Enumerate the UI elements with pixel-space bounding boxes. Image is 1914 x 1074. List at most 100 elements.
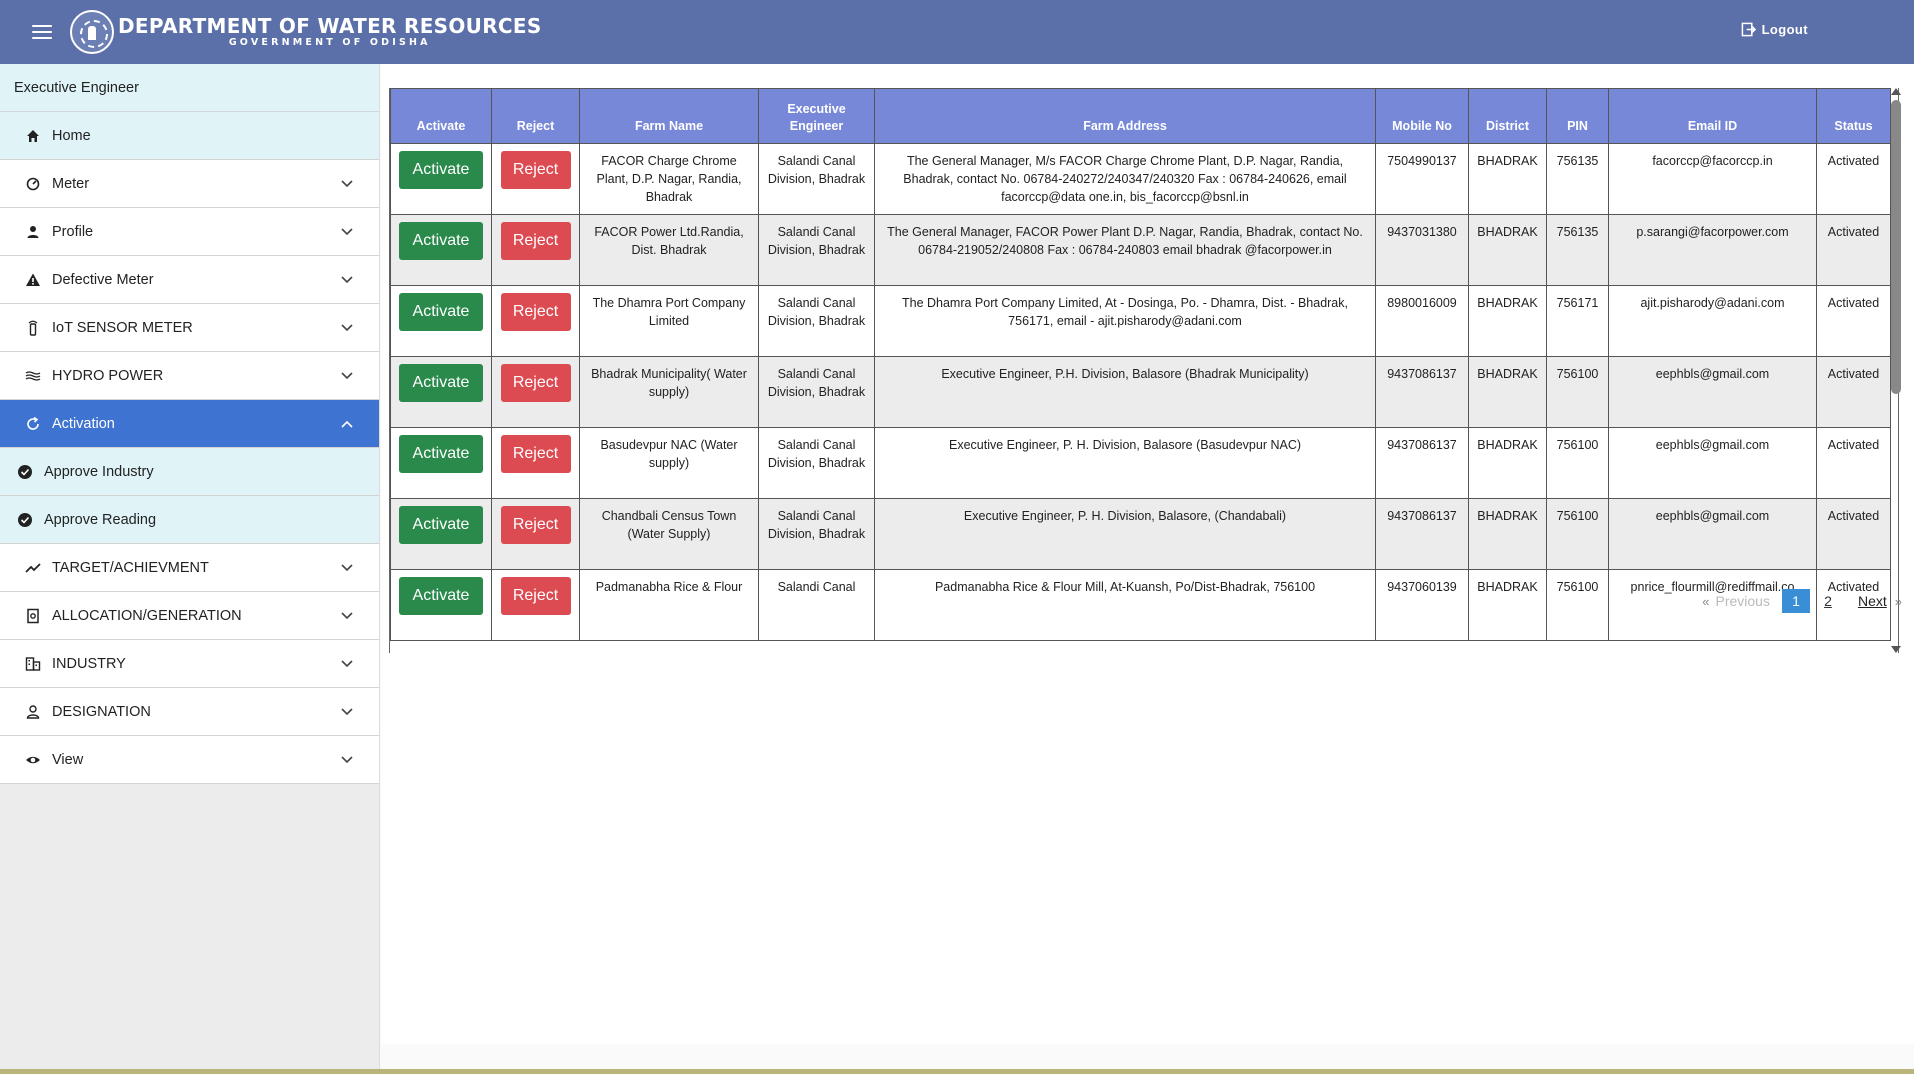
table-row: Activate Reject The Dhamra Port Company … bbox=[390, 285, 1891, 357]
table-scrollbar[interactable] bbox=[1889, 88, 1903, 653]
logout-button[interactable]: Logout bbox=[1741, 22, 1808, 37]
next-page-button[interactable]: Next bbox=[1858, 593, 1887, 609]
sidebar-item-target-achievment[interactable]: TARGET/ACHIEVMENT bbox=[0, 544, 379, 592]
status-cell: Activated bbox=[1816, 214, 1891, 286]
farm-name-cell: Chandbali Census Town (Water Supply) bbox=[579, 498, 759, 570]
column-header: Farm Name bbox=[579, 88, 759, 144]
pin-cell: 756135 bbox=[1546, 214, 1609, 286]
sidebar-item-label: HYDRO POWER bbox=[52, 367, 164, 384]
activate-button[interactable]: Activate bbox=[399, 151, 483, 189]
table-row: Activate Reject FACOR Charge Chrome Plan… bbox=[390, 143, 1891, 215]
logout-label: Logout bbox=[1761, 22, 1808, 37]
page-1-button[interactable]: 1 bbox=[1781, 589, 1810, 613]
status-cell: Activated bbox=[1816, 427, 1891, 499]
chevron-up-icon bbox=[339, 416, 355, 432]
chevron-down-icon bbox=[339, 224, 355, 240]
mobile-cell: 7504990137 bbox=[1375, 143, 1469, 215]
farm-name-cell: Basudevpur NAC (Water supply) bbox=[579, 427, 759, 499]
district-cell: BHADRAK bbox=[1468, 285, 1547, 357]
odisha-emblem-icon bbox=[70, 10, 114, 54]
sidebar-item-iot-sensor-meter[interactable]: IoT SENSOR METER bbox=[0, 304, 379, 352]
pager-right-quote: » bbox=[1894, 593, 1902, 609]
sidebar-item-designation[interactable]: DESIGNATION bbox=[0, 688, 379, 736]
sidebar-item-home[interactable]: Home bbox=[0, 112, 379, 160]
home-icon bbox=[24, 127, 42, 145]
column-header: Reject bbox=[491, 88, 580, 144]
industry-table: Activate Reject Farm Name Executive Engi… bbox=[390, 88, 1891, 641]
brand: DEPARTMENT OF WATER RESOURCES GOVERNMENT… bbox=[118, 15, 542, 49]
activate-button[interactable]: Activate bbox=[399, 222, 483, 260]
sensor-icon bbox=[24, 319, 42, 337]
refresh-icon bbox=[24, 415, 42, 433]
sidebar-item-label: Approve Industry bbox=[44, 463, 154, 480]
email-cell: facorccp@facorccp.in bbox=[1608, 143, 1817, 215]
sidebar-item-label: Profile bbox=[52, 223, 94, 240]
reject-button[interactable]: Reject bbox=[500, 364, 571, 402]
scrollbar-thumb[interactable] bbox=[1891, 100, 1901, 394]
table-row: Activate Reject Bhadrak Municipality( Wa… bbox=[390, 356, 1891, 428]
chevron-down-icon bbox=[339, 560, 355, 576]
sidebar-item-activation[interactable]: Activation bbox=[0, 400, 379, 448]
column-header: Executive Engineer bbox=[758, 88, 875, 144]
previous-page-button[interactable]: Previous bbox=[1716, 593, 1770, 609]
email-cell: eephbls@gmail.com bbox=[1608, 427, 1817, 499]
district-cell: BHADRAK bbox=[1468, 214, 1547, 286]
main-content: Activate Reject Farm Name Executive Engi… bbox=[381, 64, 1914, 1044]
industry-table-container[interactable]: Activate Reject Farm Name Executive Engi… bbox=[389, 88, 1899, 653]
sidebar-item-hydro-power[interactable]: HYDRO POWER bbox=[0, 352, 379, 400]
reject-button[interactable]: Reject bbox=[500, 293, 571, 331]
activate-button[interactable]: Activate bbox=[399, 577, 483, 615]
reject-button[interactable]: Reject bbox=[500, 435, 571, 473]
column-header: Farm Address bbox=[874, 88, 1376, 144]
sidebar-item-label: Activation bbox=[52, 415, 115, 432]
district-cell: BHADRAK bbox=[1468, 427, 1547, 499]
table-header-row: Activate Reject Farm Name Executive Engi… bbox=[390, 88, 1891, 144]
mobile-cell: 9437086137 bbox=[1375, 427, 1469, 499]
gauge-icon bbox=[24, 175, 42, 193]
sidebar-item-defective-meter[interactable]: Defective Meter bbox=[0, 256, 379, 304]
page-2-button[interactable]: 2 bbox=[1814, 589, 1842, 613]
mobile-cell: 9437086137 bbox=[1375, 498, 1469, 570]
sidebar-item-meter[interactable]: Meter bbox=[0, 160, 379, 208]
sidebar-subitem-approve-reading[interactable]: Approve Reading bbox=[0, 496, 379, 544]
engineer-cell: Salandi Canal Division, Bhadrak bbox=[758, 143, 875, 215]
sidebar-item-profile[interactable]: Profile bbox=[0, 208, 379, 256]
table-row: Activate Reject Chandbali Census Town (W… bbox=[390, 498, 1891, 570]
pin-cell: 756100 bbox=[1546, 356, 1609, 428]
sidebar-subitem-approve-industry[interactable]: Approve Industry bbox=[0, 448, 379, 496]
column-header: Email ID bbox=[1608, 88, 1817, 144]
sidebar-item-label: ALLOCATION/GENERATION bbox=[52, 607, 242, 624]
column-header: Status bbox=[1816, 88, 1891, 144]
person-icon bbox=[24, 223, 42, 241]
reject-button[interactable]: Reject bbox=[500, 506, 571, 544]
farm-address-cell: Executive Engineer, P. H. Division, Bala… bbox=[874, 498, 1376, 570]
status-cell: Activated bbox=[1816, 498, 1891, 570]
sidebar-item-label: Defective Meter bbox=[52, 271, 154, 288]
activate-button[interactable]: Activate bbox=[399, 293, 483, 331]
reject-button[interactable]: Reject bbox=[500, 577, 571, 615]
scroll-up-arrow-icon[interactable] bbox=[1891, 88, 1901, 95]
site-title: DEPARTMENT OF WATER RESOURCES bbox=[118, 14, 542, 38]
logout-icon bbox=[1741, 22, 1756, 37]
engineer-cell: Salandi Canal Division, Bhadrak bbox=[758, 427, 875, 499]
table-row: Activate Reject Padmanabha Rice & Flour … bbox=[390, 569, 1891, 641]
sidebar-item-view[interactable]: View bbox=[0, 736, 379, 784]
engineer-cell: Salandi Canal Division, Bhadrak bbox=[758, 285, 875, 357]
scroll-down-arrow-icon[interactable] bbox=[1891, 646, 1901, 653]
email-cell: p.sarangi@facorpower.com bbox=[1608, 214, 1817, 286]
status-cell: Activated bbox=[1816, 143, 1891, 215]
activate-button[interactable]: Activate bbox=[399, 364, 483, 402]
status-cell: Activated bbox=[1816, 356, 1891, 428]
reject-button[interactable]: Reject bbox=[500, 151, 571, 189]
site-subtitle: GOVERNMENT OF ODISHA bbox=[228, 37, 431, 48]
activate-button[interactable]: Activate bbox=[399, 435, 483, 473]
sidebar-item-label: TARGET/ACHIEVMENT bbox=[52, 559, 209, 576]
chevron-down-icon bbox=[339, 368, 355, 384]
reject-button[interactable]: Reject bbox=[500, 222, 571, 260]
pin-cell: 756100 bbox=[1546, 427, 1609, 499]
activate-button[interactable]: Activate bbox=[399, 506, 483, 544]
farm-address-cell: Executive Engineer, P.H. Division, Balas… bbox=[874, 356, 1376, 428]
sidebar-item-industry[interactable]: INDUSTRY bbox=[0, 640, 379, 688]
hamburger-icon[interactable] bbox=[32, 25, 52, 39]
sidebar-item-allocation-generation[interactable]: ALLOCATION/GENERATION bbox=[0, 592, 379, 640]
